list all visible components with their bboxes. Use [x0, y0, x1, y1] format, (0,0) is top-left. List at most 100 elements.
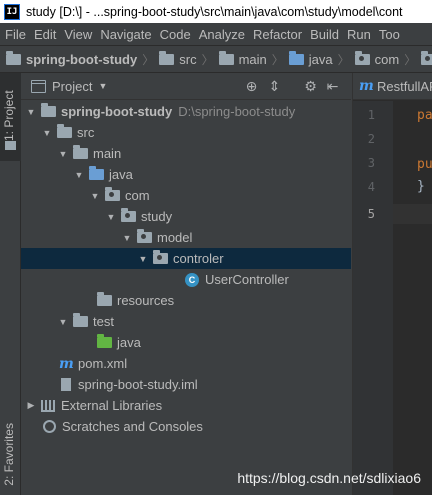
package-icon — [354, 50, 370, 65]
tree-item-src[interactable]: ▼ src — [21, 122, 351, 143]
collapse-all-icon[interactable]: ⇕ — [267, 78, 282, 94]
menu-code[interactable]: Code — [156, 27, 195, 42]
breadcrumb-item-src[interactable]: src 〉 — [159, 50, 218, 68]
chevron-right-icon: 〉 — [201, 52, 214, 67]
chevron-right-icon: 〉 — [271, 52, 284, 67]
tree-item-label: com — [125, 188, 150, 203]
folder-icon — [73, 145, 88, 159]
package-icon — [137, 229, 152, 243]
tree-item-pom[interactable]: m pom.xml — [21, 353, 351, 374]
panel-title[interactable]: Project — [52, 79, 92, 94]
current-line-highlight — [393, 204, 432, 224]
tree-item-label: spring-boot-study — [61, 104, 173, 119]
tree-item-label: java — [117, 335, 141, 350]
menu-navigate[interactable]: Navigate — [96, 27, 155, 42]
tree-item-controler[interactable]: ▼ controler — [21, 248, 351, 269]
chevron-right-icon: 〉 — [142, 52, 155, 67]
class-icon: C — [185, 272, 199, 287]
menu-analyze[interactable]: Analyze — [195, 27, 249, 42]
window-title-bar: IJ study [D:\] - ...spring-boot-study\sr… — [0, 0, 432, 23]
maven-icon: m — [59, 355, 74, 372]
tree-item-label: src — [77, 125, 95, 140]
chevron-right-icon: 〉 — [404, 52, 417, 67]
watermark: https://blog.csdn.net/sdlixiao6 — [237, 470, 421, 486]
expanded-arrow-icon[interactable]: ▼ — [57, 149, 69, 159]
scratches-icon — [43, 420, 56, 433]
project-panel: Project ▼ ⊕ ⇕ ⚙ ⇤ ▼ spring-boot-study D:… — [21, 73, 351, 495]
left-tool-strip: 1: Project 2: Favorites — [0, 73, 21, 495]
hide-panel-icon[interactable]: ⇤ — [325, 78, 340, 94]
breadcrumb-item-main[interactable]: main 〉 — [218, 50, 289, 68]
project-folder-icon — [6, 50, 21, 65]
iml-file-icon — [61, 378, 71, 391]
expanded-arrow-icon[interactable]: ▼ — [57, 317, 69, 327]
menu-refactor[interactable]: Refactor — [249, 27, 306, 42]
breadcrumb-label: com — [374, 51, 400, 67]
menu-edit[interactable]: Edit — [30, 27, 60, 42]
tree-item-label: resources — [117, 293, 175, 308]
tree-item-label: main — [93, 146, 122, 161]
package-icon — [153, 250, 168, 264]
breadcrumb-label: main — [238, 51, 267, 67]
tree-item-test-java[interactable]: java — [21, 332, 351, 353]
menu-build[interactable]: Build — [306, 27, 343, 42]
tree-item-resources[interactable]: resources — [21, 290, 351, 311]
code-line[interactable]: pa — [417, 108, 432, 123]
tree-item-model[interactable]: ▼ model — [21, 227, 351, 248]
gear-icon[interactable]: ⚙ — [303, 78, 318, 94]
breadcrumb: spring-boot-study 〉 src 〉 main 〉 java 〉 … — [0, 45, 432, 73]
expanded-arrow-icon[interactable]: ▼ — [73, 170, 85, 180]
expanded-arrow-icon[interactable]: ▼ — [25, 107, 37, 117]
tool-tab-project[interactable]: 1: Project — [0, 73, 21, 161]
editor-tab-restfullapi[interactable]: m RestfullAP — [353, 73, 432, 100]
expanded-arrow-icon[interactable]: ▼ — [41, 128, 53, 138]
expanded-arrow-icon[interactable]: ▼ — [89, 191, 101, 201]
chevron-down-icon[interactable]: ▼ — [98, 81, 107, 91]
tree-item-label: controler — [173, 251, 224, 266]
tree-item-label: pom.xml — [78, 356, 128, 371]
menu-bar: File Edit View Navigate Code Analyze Ref… — [0, 23, 432, 45]
tree-item-study[interactable]: ▼ study — [21, 206, 351, 227]
menu-tools[interactable]: Too — [375, 27, 404, 42]
expanded-arrow-icon[interactable]: ▼ — [137, 254, 149, 264]
breadcrumb-label: java — [308, 51, 333, 67]
tool-tab-favorites[interactable]: 2: Favorites — [2, 423, 16, 486]
tree-item-com[interactable]: ▼ com — [21, 185, 351, 206]
breadcrumb-item-project[interactable]: spring-boot-study 〉 — [6, 50, 159, 68]
collapsed-arrow-icon[interactable]: ▶ — [25, 400, 37, 411]
resources-folder-icon — [97, 292, 112, 306]
java-file-icon: m — [359, 78, 374, 94]
expanded-arrow-icon[interactable]: ▼ — [105, 212, 117, 222]
tree-item-scratches[interactable]: Scratches and Consoles — [21, 416, 351, 437]
code-line[interactable]: pu — [417, 157, 432, 172]
code-line[interactable]: } — [417, 179, 425, 194]
breadcrumb-item-com[interactable]: com 〉 — [354, 50, 422, 68]
line-number: 1 — [367, 108, 375, 122]
breadcrumb-item-study[interactable]: study — [421, 50, 432, 67]
editor-gutter: 1 2 3 4 5 — [353, 101, 393, 495]
tree-item-main[interactable]: ▼ main — [21, 143, 351, 164]
menu-view[interactable]: View — [60, 27, 96, 42]
tree-item-label: External Libraries — [61, 398, 163, 413]
tree-item-iml[interactable]: spring-boot-study.iml — [21, 374, 351, 395]
line-number: 2 — [367, 132, 375, 146]
breadcrumb-item-java[interactable]: java 〉 — [288, 50, 355, 68]
tree-item-project-root[interactable]: ▼ spring-boot-study D:\spring-boot-study — [21, 101, 351, 122]
tree-item-label: study — [141, 209, 173, 224]
tree-item-path: D:\spring-boot-study — [178, 104, 296, 119]
tree-item-test[interactable]: ▼ test — [21, 311, 351, 332]
tree-item-external-libraries[interactable]: ▶ External Libraries — [21, 395, 351, 416]
chevron-right-icon: 〉 — [337, 52, 350, 67]
menu-run[interactable]: Run — [343, 27, 375, 42]
tree-item-java[interactable]: ▼ java — [21, 164, 351, 185]
folder-icon — [159, 50, 175, 65]
project-view-icon — [31, 79, 46, 93]
test-source-folder-icon — [97, 334, 112, 348]
folder-icon — [218, 50, 234, 65]
menu-file[interactable]: File — [0, 27, 30, 42]
locate-target-icon[interactable]: ⊕ — [244, 78, 259, 94]
expanded-arrow-icon[interactable]: ▼ — [121, 233, 133, 243]
package-icon — [421, 50, 432, 65]
tree-item-usercontroller[interactable]: C UserController — [21, 269, 351, 290]
tree-item-label: UserController — [205, 272, 289, 287]
